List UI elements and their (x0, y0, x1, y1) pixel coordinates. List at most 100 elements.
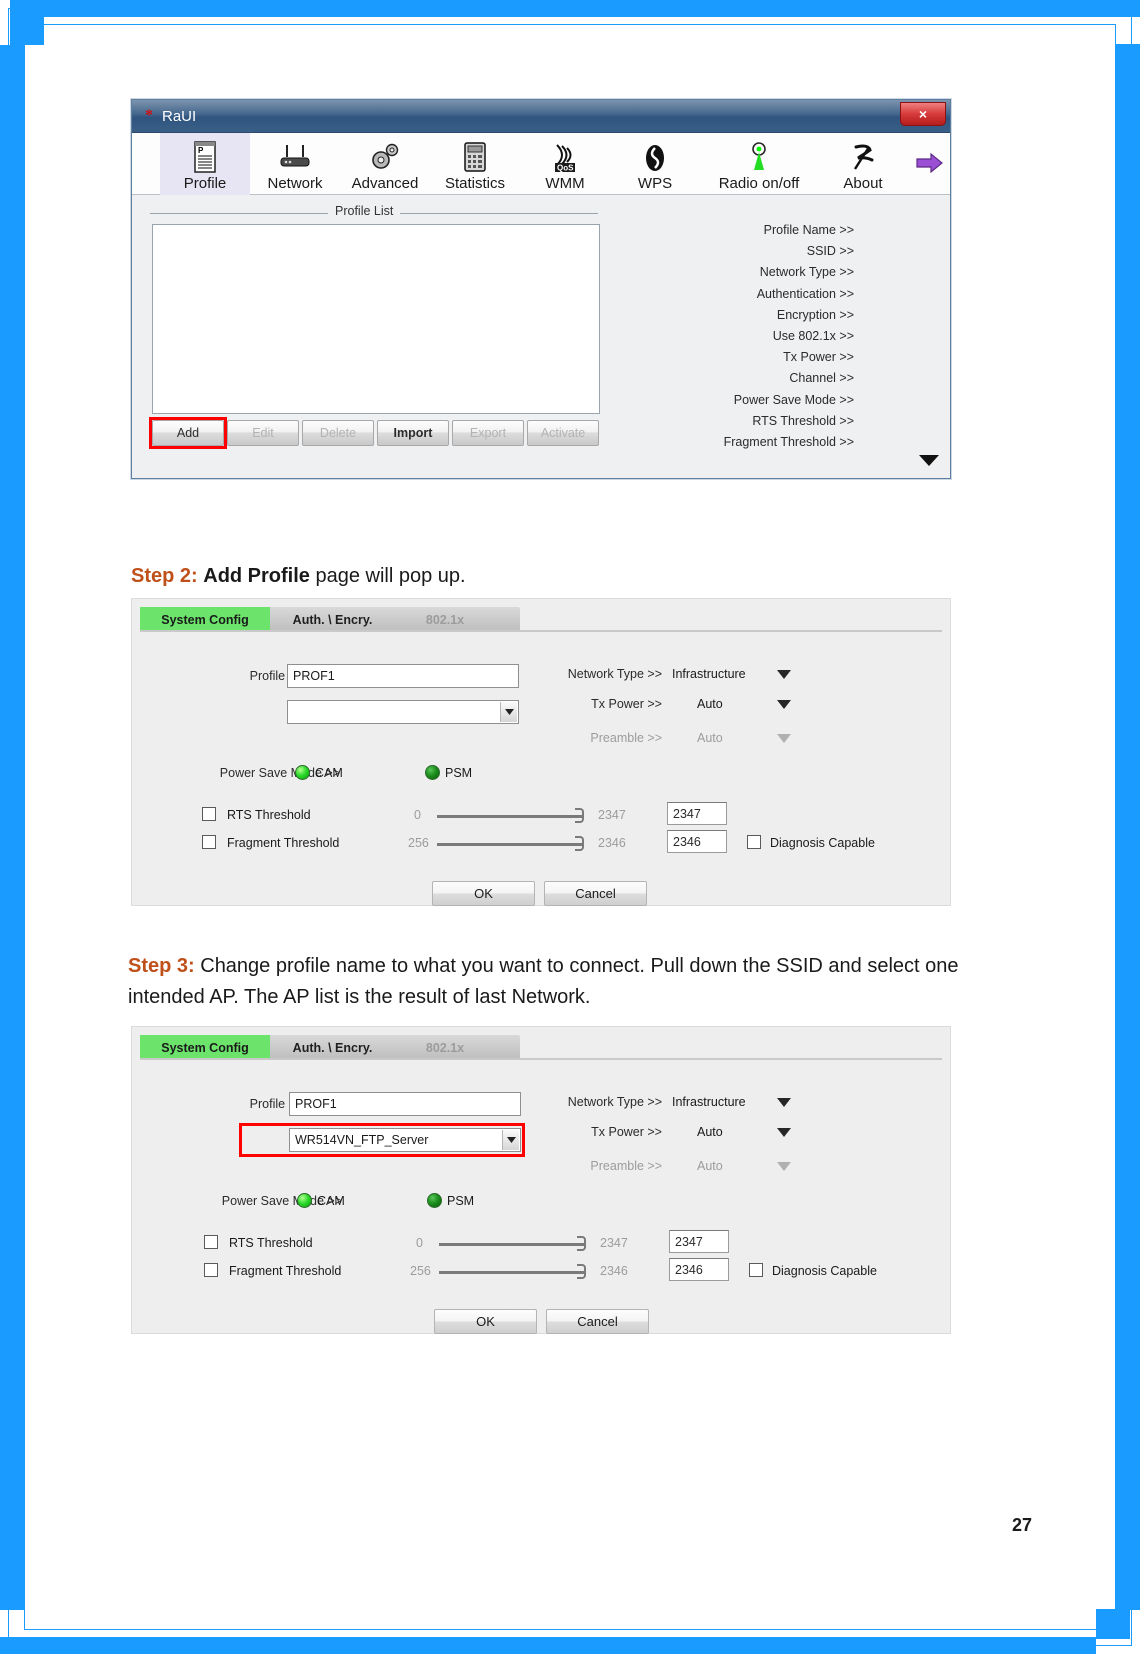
chevron-down-icon-tx-power-3[interactable] (777, 1128, 791, 1137)
tabstrip-underline-2 (140, 630, 942, 632)
activate-button[interactable]: Activate (527, 420, 599, 446)
profile-name-input-2[interactable]: PROF1 (287, 664, 519, 688)
rts-threshold-label-2: RTS Threshold (227, 808, 311, 822)
chevron-down-icon-ssid-3[interactable] (502, 1130, 519, 1150)
tab-wps-label: WPS (637, 175, 673, 192)
diagnosis-capable-checkbox-2[interactable] (747, 835, 761, 849)
psm-label-2: PSM (445, 766, 473, 780)
frag-max-value-3: 2346 (600, 1264, 628, 1278)
tab-statistics[interactable]: Statistics (430, 133, 520, 195)
frag-value-input-3[interactable]: 2346 (669, 1258, 729, 1281)
close-icon[interactable]: × (900, 102, 946, 126)
chevron-down-icon-preamble-3 (777, 1162, 791, 1171)
detail-label-power-save-mode: Power Save Mode >> (733, 392, 854, 407)
purple-right-arrow-icon[interactable] (916, 151, 944, 180)
tab-network[interactable]: Network (250, 133, 340, 195)
frag-value-input-2[interactable]: 2346 (667, 830, 727, 853)
chevron-down-icon-network-type-2[interactable] (777, 670, 791, 679)
ok-button-3[interactable]: OK (434, 1309, 537, 1334)
tab-radio-on-off[interactable]: Radio on/off (700, 133, 818, 195)
rts-value-input-2[interactable]: 2347 (667, 802, 727, 825)
ssid-select-2[interactable] (287, 700, 519, 724)
tab-8021x-2[interactable]: 802.1x (395, 607, 495, 632)
profile-list-box[interactable] (152, 224, 600, 414)
delete-button[interactable]: Delete (302, 420, 374, 446)
rts-min-value-2: 0 (414, 808, 421, 822)
rts-slider-thumb-3[interactable] (577, 1236, 586, 1251)
rts-value-input-3[interactable]: 2347 (669, 1230, 729, 1253)
raui-toolbar: P Profile Network Advanced Statistics Qo… (132, 133, 950, 195)
cancel-button-3[interactable]: Cancel (546, 1309, 649, 1334)
tx-power-value-3[interactable]: Auto (697, 1125, 723, 1139)
tab-profile[interactable]: P Profile (160, 133, 250, 195)
preamble-label-2: Preamble >> (590, 731, 662, 745)
import-button[interactable]: Import (377, 420, 449, 446)
frag-slider-thumb-3[interactable] (577, 1264, 586, 1279)
tab-8021x-3[interactable]: 802.1x (395, 1035, 495, 1060)
psm-radio-led-2[interactable] (425, 765, 440, 780)
tab-wmm[interactable]: QoS WMM (520, 133, 610, 195)
cam-radio-led-2[interactable] (295, 765, 310, 780)
tab-about-label: About (843, 175, 883, 192)
tx-power-label-3: Tx Power >> (591, 1125, 662, 1139)
detail-label-channel: Channel >> (789, 371, 854, 386)
tab-system-config-2[interactable]: System Config (140, 607, 270, 632)
rts-max-value-2: 2347 (598, 808, 626, 822)
export-button[interactable]: Export (452, 420, 524, 446)
page-content: * RaUI × P Profile Network Advanced Stat… (0, 0, 1140, 1654)
cam-label-2: CAM (315, 766, 343, 780)
ok-button-2[interactable]: OK (432, 881, 535, 906)
group-line-right (402, 213, 598, 214)
tx-power-value-2[interactable]: Auto (697, 697, 723, 711)
preamble-label-3: Preamble >> (590, 1159, 662, 1173)
rts-threshold-checkbox-2[interactable] (202, 807, 216, 821)
profile-name-input-3[interactable]: PROF1 (289, 1092, 521, 1116)
diagnosis-capable-checkbox-3[interactable] (749, 1263, 763, 1277)
profile-list-group-label: Profile List (328, 204, 401, 218)
tab-wps[interactable]: WPS (610, 133, 700, 195)
raui-logo-icon: * (145, 107, 153, 124)
chevron-down-icon-tx-power-2[interactable] (777, 700, 791, 709)
triangle-down-icon[interactable] (918, 453, 940, 472)
cancel-button-2[interactable]: Cancel (544, 881, 647, 906)
network-type-value-3[interactable]: Infrastructure (672, 1095, 746, 1109)
window-title: RaUI (162, 108, 197, 125)
frag-slider-track-3[interactable] (439, 1271, 584, 1274)
tabstrip-bg-2: System Config Auth. \ Encry. 802.1x (140, 607, 520, 632)
rts-slider-thumb-2[interactable] (575, 808, 584, 823)
rts-slider-track-2[interactable] (437, 815, 582, 818)
step3-line1: Change profile name to what you want to … (194, 955, 959, 977)
fragment-threshold-checkbox-2[interactable] (202, 835, 216, 849)
frag-slider-thumb-2[interactable] (575, 836, 584, 851)
titlebar-sheen (132, 100, 950, 116)
svg-text:P: P (198, 146, 204, 155)
psm-radio-led-3[interactable] (427, 1193, 442, 1208)
chevron-down-icon-network-type-3[interactable] (777, 1098, 791, 1107)
step2-rest: page will pop up. (309, 565, 466, 587)
rts-slider-track-3[interactable] (439, 1243, 584, 1246)
cam-radio-led-3[interactable] (297, 1193, 312, 1208)
network-type-value-2[interactable]: Infrastructure (672, 667, 746, 681)
fragment-threshold-checkbox-3[interactable] (204, 1263, 218, 1277)
ssid-select-3[interactable]: WR514VN_FTP_Server (289, 1128, 521, 1152)
profile-action-buttons: Add Edit Delete Import Export Activate (152, 420, 599, 446)
radio-antenna-icon (746, 139, 772, 175)
tab-about[interactable]: About (818, 133, 908, 195)
tabstrip-underline-3 (140, 1058, 942, 1060)
chevron-down-icon-ssid-2[interactable] (500, 702, 517, 722)
add-button[interactable]: Add (152, 420, 224, 446)
diagnosis-capable-label-3: Diagnosis Capable (772, 1264, 877, 1278)
page-number: 27 (1011, 1515, 1032, 1535)
tab-auth-encry-3[interactable]: Auth. \ Encry. (270, 1035, 395, 1060)
tab-advanced[interactable]: Advanced (340, 133, 430, 195)
rts-threshold-checkbox-3[interactable] (204, 1235, 218, 1249)
rts-threshold-label-3: RTS Threshold (229, 1236, 313, 1250)
step3-line2: intended AP. The AP list is the result o… (128, 986, 591, 1008)
edit-button[interactable]: Edit (227, 420, 299, 446)
chevron-down-icon-preamble-2 (777, 734, 791, 743)
ssid-select-value-3: WR514VN_FTP_Server (295, 1133, 429, 1147)
detail-label-ssid: SSID >> (806, 244, 854, 259)
tab-system-config-3[interactable]: System Config (140, 1035, 270, 1060)
tab-auth-encry-2[interactable]: Auth. \ Encry. (270, 607, 395, 632)
frag-slider-track-2[interactable] (437, 843, 582, 846)
